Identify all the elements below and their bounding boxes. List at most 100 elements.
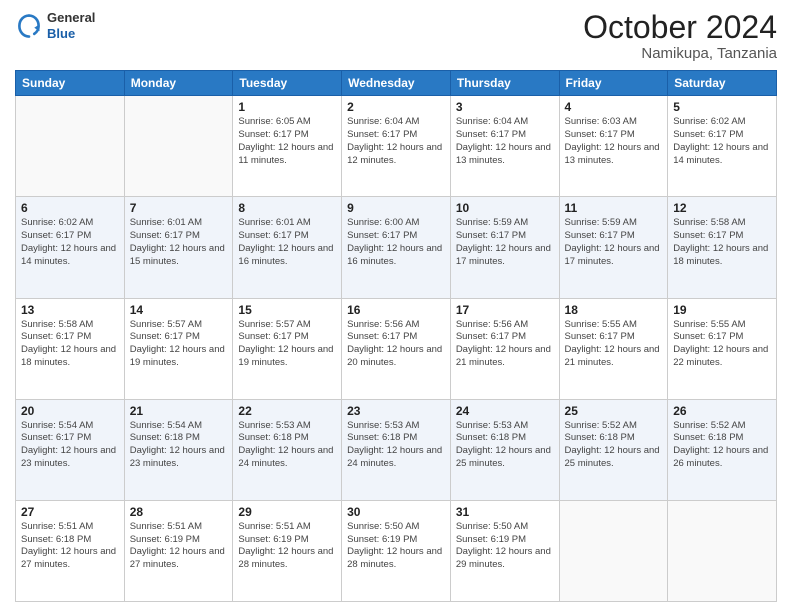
day-info: Sunrise: 6:04 AM Sunset: 6:17 PM Dayligh…: [347, 116, 445, 167]
calendar-cell: 2 Sunrise: 6:04 AM Sunset: 6:17 PM Daylig…: [342, 96, 451, 197]
calendar-week-row: 13 Sunrise: 5:58 AM Sunset: 6:17 PM Dayli…: [16, 298, 777, 399]
day-info: Sunrise: 6:04 AM Sunset: 6:17 PM Dayligh…: [456, 116, 554, 167]
day-number: 18: [565, 303, 663, 317]
calendar-cell: 13 Sunrise: 5:58 AM Sunset: 6:17 PM Dayli…: [16, 298, 125, 399]
day-info: Sunrise: 5:53 AM Sunset: 6:18 PM Dayligh…: [456, 420, 554, 471]
calendar-cell: 18 Sunrise: 5:55 AM Sunset: 6:17 PM Dayli…: [559, 298, 668, 399]
calendar-cell: [124, 96, 233, 197]
day-info: Sunrise: 5:54 AM Sunset: 6:17 PM Dayligh…: [21, 420, 119, 471]
day-number: 22: [238, 404, 336, 418]
location-title: Namikupa, Tanzania: [583, 45, 777, 62]
day-number: 12: [673, 201, 771, 215]
weekday-header-friday: Friday: [559, 71, 668, 96]
day-number: 6: [21, 201, 119, 215]
day-number: 13: [21, 303, 119, 317]
calendar-cell: [559, 500, 668, 601]
calendar-cell: 14 Sunrise: 5:57 AM Sunset: 6:17 PM Dayli…: [124, 298, 233, 399]
logo-general-label: General: [47, 10, 95, 26]
weekday-header-monday: Monday: [124, 71, 233, 96]
day-info: Sunrise: 5:50 AM Sunset: 6:19 PM Dayligh…: [347, 521, 445, 572]
calendar-cell: 29 Sunrise: 5:51 AM Sunset: 6:19 PM Dayli…: [233, 500, 342, 601]
calendar-cell: 9 Sunrise: 6:00 AM Sunset: 6:17 PM Daylig…: [342, 197, 451, 298]
calendar-cell: 28 Sunrise: 5:51 AM Sunset: 6:19 PM Dayli…: [124, 500, 233, 601]
calendar-cell: 21 Sunrise: 5:54 AM Sunset: 6:18 PM Dayli…: [124, 399, 233, 500]
calendar-cell: 15 Sunrise: 5:57 AM Sunset: 6:17 PM Dayli…: [233, 298, 342, 399]
calendar-cell: 10 Sunrise: 5:59 AM Sunset: 6:17 PM Dayli…: [450, 197, 559, 298]
day-info: Sunrise: 5:54 AM Sunset: 6:18 PM Dayligh…: [130, 420, 228, 471]
weekday-header-thursday: Thursday: [450, 71, 559, 96]
day-info: Sunrise: 5:57 AM Sunset: 6:17 PM Dayligh…: [238, 319, 336, 370]
day-number: 21: [130, 404, 228, 418]
calendar-cell: 19Sunrise: 5:55 AM Sunset: 6:17 PM Dayli…: [668, 298, 777, 399]
day-number: 5: [673, 100, 771, 114]
day-info: Sunrise: 5:58 AM Sunset: 6:17 PM Dayligh…: [21, 319, 119, 370]
day-number: 31: [456, 505, 554, 519]
weekday-header-row: SundayMondayTuesdayWednesdayThursdayFrid…: [16, 71, 777, 96]
day-info: Sunrise: 6:05 AM Sunset: 6:17 PM Dayligh…: [238, 116, 336, 167]
day-info: Sunrise: 5:55 AM Sunset: 6:17 PM Dayligh…: [565, 319, 663, 370]
day-number: 1: [238, 100, 336, 114]
calendar-cell: 25 Sunrise: 5:52 AM Sunset: 6:18 PM Dayli…: [559, 399, 668, 500]
day-number: 9: [347, 201, 445, 215]
calendar-cell: [668, 500, 777, 601]
calendar-week-row: 1 Sunrise: 6:05 AM Sunset: 6:17 PM Daylig…: [16, 96, 777, 197]
day-info: Sunrise: 5:52 AM Sunset: 6:18 PM Dayligh…: [673, 420, 771, 471]
day-info: Sunrise: 6:01 AM Sunset: 6:17 PM Dayligh…: [130, 217, 228, 268]
day-number: 23: [347, 404, 445, 418]
day-info: Sunrise: 6:01 AM Sunset: 6:17 PM Dayligh…: [238, 217, 336, 268]
day-number: 17: [456, 303, 554, 317]
calendar-cell: 11 Sunrise: 5:59 AM Sunset: 6:17 PM Dayli…: [559, 197, 668, 298]
day-info: Sunrise: 5:59 AM Sunset: 6:17 PM Dayligh…: [565, 217, 663, 268]
day-number: 28: [130, 505, 228, 519]
title-block: October 2024 Namikupa, Tanzania: [583, 10, 777, 62]
day-info: Sunrise: 5:52 AM Sunset: 6:18 PM Dayligh…: [565, 420, 663, 471]
calendar-cell: 26 Sunrise: 5:52 AM Sunset: 6:18 PM Dayli…: [668, 399, 777, 500]
calendar-cell: 7Sunrise: 6:01 AM Sunset: 6:17 PM Daylig…: [124, 197, 233, 298]
day-number: 15: [238, 303, 336, 317]
day-info: Sunrise: 5:51 AM Sunset: 6:19 PM Dayligh…: [130, 521, 228, 572]
day-info: Sunrise: 6:02 AM Sunset: 6:17 PM Dayligh…: [673, 116, 771, 167]
calendar-cell: 6 Sunrise: 6:02 AM Sunset: 6:17 PM Daylig…: [16, 197, 125, 298]
weekday-header-wednesday: Wednesday: [342, 71, 451, 96]
day-number: 26: [673, 404, 771, 418]
day-number: 4: [565, 100, 663, 114]
page: General Blue October 2024 Namikupa, Tanz…: [0, 0, 792, 612]
day-number: 14: [130, 303, 228, 317]
day-number: 2: [347, 100, 445, 114]
month-title: October 2024: [583, 10, 777, 45]
calendar-cell: 31 Sunrise: 5:50 AM Sunset: 6:19 PM Dayli…: [450, 500, 559, 601]
day-number: 20: [21, 404, 119, 418]
day-number: 10: [456, 201, 554, 215]
day-info: Sunrise: 5:56 AM Sunset: 6:17 PM Dayligh…: [456, 319, 554, 370]
day-number: 8: [238, 201, 336, 215]
day-info: Sunrise: 5:57 AM Sunset: 6:17 PM Dayligh…: [130, 319, 228, 370]
logo-text: General Blue: [47, 10, 95, 41]
day-info: Sunrise: 5:59 AM Sunset: 6:17 PM Dayligh…: [456, 217, 554, 268]
calendar-cell: 8 Sunrise: 6:01 AM Sunset: 6:17 PM Daylig…: [233, 197, 342, 298]
day-number: 25: [565, 404, 663, 418]
day-number: 19: [673, 303, 771, 317]
calendar-cell: 20 Sunrise: 5:54 AM Sunset: 6:17 PM Dayli…: [16, 399, 125, 500]
day-info: Sunrise: 5:51 AM Sunset: 6:18 PM Dayligh…: [21, 521, 119, 572]
logo-blue-label: Blue: [47, 26, 95, 42]
calendar-cell: 24Sunrise: 5:53 AM Sunset: 6:18 PM Dayli…: [450, 399, 559, 500]
calendar-cell: 16Sunrise: 5:56 AM Sunset: 6:17 PM Dayli…: [342, 298, 451, 399]
day-info: Sunrise: 6:02 AM Sunset: 6:17 PM Dayligh…: [21, 217, 119, 268]
calendar-cell: 12Sunrise: 5:58 AM Sunset: 6:17 PM Dayli…: [668, 197, 777, 298]
day-info: Sunrise: 6:00 AM Sunset: 6:17 PM Dayligh…: [347, 217, 445, 268]
day-number: 29: [238, 505, 336, 519]
calendar-week-row: 20 Sunrise: 5:54 AM Sunset: 6:17 PM Dayli…: [16, 399, 777, 500]
calendar-week-row: 6 Sunrise: 6:02 AM Sunset: 6:17 PM Daylig…: [16, 197, 777, 298]
day-info: Sunrise: 5:53 AM Sunset: 6:18 PM Dayligh…: [238, 420, 336, 471]
calendar-cell: [16, 96, 125, 197]
calendar-cell: 17 Sunrise: 5:56 AM Sunset: 6:17 PM Dayli…: [450, 298, 559, 399]
calendar-cell: 5 Sunrise: 6:02 AM Sunset: 6:17 PM Daylig…: [668, 96, 777, 197]
day-info: Sunrise: 5:51 AM Sunset: 6:19 PM Dayligh…: [238, 521, 336, 572]
calendar-cell: 23Sunrise: 5:53 AM Sunset: 6:18 PM Dayli…: [342, 399, 451, 500]
day-number: 3: [456, 100, 554, 114]
day-info: Sunrise: 6:03 AM Sunset: 6:17 PM Dayligh…: [565, 116, 663, 167]
weekday-header-sunday: Sunday: [16, 71, 125, 96]
calendar-cell: 3 Sunrise: 6:04 AM Sunset: 6:17 PM Daylig…: [450, 96, 559, 197]
day-number: 11: [565, 201, 663, 215]
day-info: Sunrise: 5:50 AM Sunset: 6:19 PM Dayligh…: [456, 521, 554, 572]
